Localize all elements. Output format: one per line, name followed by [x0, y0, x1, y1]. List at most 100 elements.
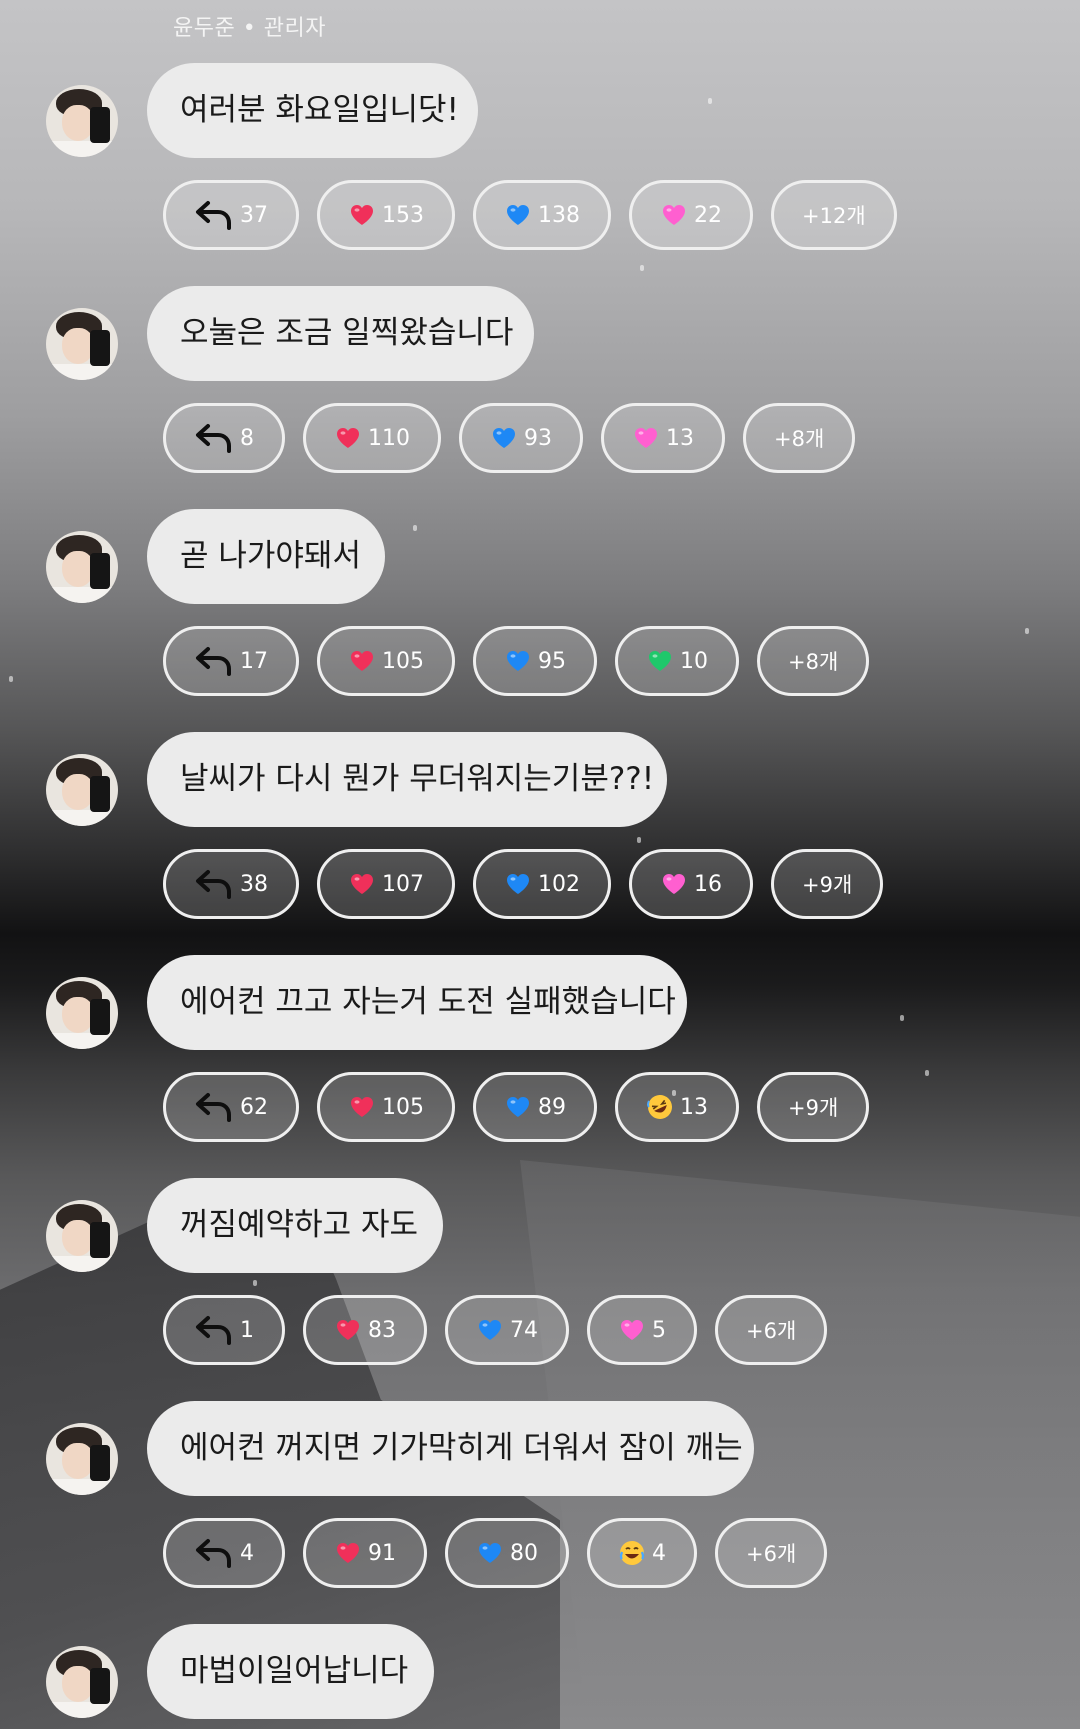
reaction-count: 102 [538, 871, 580, 897]
avatar-shirt [46, 1479, 118, 1495]
avatar[interactable] [46, 1646, 118, 1718]
reaction-chip[interactable]: 5 [587, 1295, 697, 1365]
avatar-shirt [46, 1256, 118, 1272]
raindrop-dot [925, 1070, 929, 1076]
reaction-count: 107 [382, 871, 424, 897]
reply-count: 38 [240, 871, 268, 897]
avatar[interactable] [46, 85, 118, 157]
reaction-chip[interactable]: 4 [587, 1518, 697, 1588]
reaction-chip[interactable]: 138 [473, 180, 611, 250]
avatar-shirt [46, 364, 118, 380]
avatar-phone [90, 776, 110, 812]
message-bubble[interactable]: 여러분 화요일입니닷! [147, 63, 478, 158]
sender-role: 관리자 [263, 16, 326, 41]
message-bubble[interactable]: 오눌은 조금 일찍왔습니다 [147, 286, 534, 381]
sender-name: 윤두준 [173, 16, 236, 41]
more-reactions-button[interactable]: +6개 [715, 1518, 828, 1588]
more-reactions-label: +6개 [746, 1542, 797, 1566]
more-reactions-label: +8개 [774, 427, 825, 451]
avatar[interactable] [46, 308, 118, 380]
more-reactions-button[interactable]: +6개 [715, 1295, 828, 1365]
avatar[interactable] [46, 754, 118, 826]
more-reactions-button[interactable]: +8개 [757, 626, 870, 696]
reaction-chip[interactable]: 13 [601, 403, 725, 473]
reaction-chip[interactable]: 22 [629, 180, 753, 250]
reaction-count: 95 [538, 648, 566, 674]
avatar-shirt [46, 1702, 118, 1718]
red-heart-icon [348, 201, 376, 229]
reaction-chip[interactable]: 16 [629, 849, 753, 919]
raindrop-dot [708, 98, 712, 104]
reply-count: 1 [240, 1317, 254, 1343]
reaction-count: 22 [694, 202, 722, 228]
avatar[interactable] [46, 977, 118, 1049]
blue-heart-icon [504, 1093, 532, 1121]
message-bubble[interactable]: 날씨가 다시 뭔가 무더워지는기분??! [147, 732, 667, 827]
reply-chip[interactable]: 4 [163, 1518, 285, 1588]
reaction-count: 10 [680, 648, 708, 674]
reply-arrow-icon [194, 199, 234, 231]
reaction-count: 83 [368, 1317, 396, 1343]
reply-chip[interactable]: 17 [163, 626, 299, 696]
pink-heart-icon [660, 201, 688, 229]
reaction-chip[interactable]: 13 [615, 1072, 739, 1142]
reaction-count: 80 [510, 1540, 538, 1566]
message-bubble[interactable]: 에어컨 끄고 자는거 도전 실패했습니다 [147, 955, 687, 1050]
reaction-chip[interactable]: 105 [317, 626, 455, 696]
message-bubble[interactable]: 곧 나가야돼서 [147, 509, 385, 604]
sender-header: 윤두준 • 관리자 [173, 10, 326, 42]
reaction-chip[interactable]: 105 [317, 1072, 455, 1142]
red-heart-icon [334, 1316, 362, 1344]
more-reactions-button[interactable]: +8개 [743, 403, 856, 473]
reaction-chip[interactable]: 95 [473, 626, 597, 696]
more-reactions-button[interactable]: +12개 [771, 180, 897, 250]
reaction-count: 138 [538, 202, 580, 228]
red-heart-icon [334, 1539, 362, 1567]
message-bubble[interactable]: 에어컨 꺼지면 기가막히게 더워서 잠이 깨는 [147, 1401, 754, 1496]
reply-chip[interactable]: 38 [163, 849, 299, 919]
reaction-chip[interactable]: 83 [303, 1295, 427, 1365]
pink-heart-icon [660, 870, 688, 898]
blue-heart-icon [504, 201, 532, 229]
raindrop-dot [1025, 628, 1029, 634]
more-reactions-button[interactable]: +9개 [757, 1072, 870, 1142]
pink-heart-icon [632, 424, 660, 452]
reply-chip[interactable]: 62 [163, 1072, 299, 1142]
reaction-chip[interactable]: 110 [303, 403, 441, 473]
message-bubble[interactable]: 꺼짐예약하고 자도 [147, 1178, 443, 1273]
reaction-count: 105 [382, 1094, 424, 1120]
reaction-chip[interactable]: 10 [615, 626, 739, 696]
avatar-shirt [46, 810, 118, 826]
reply-chip[interactable]: 37 [163, 180, 299, 250]
red-heart-icon [334, 424, 362, 452]
avatar[interactable] [46, 1200, 118, 1272]
reaction-bar: 38 107 102 16 +9개 [163, 849, 884, 919]
blue-heart-icon [504, 870, 532, 898]
reaction-chip[interactable]: 91 [303, 1518, 427, 1588]
reply-count: 37 [240, 202, 268, 228]
reaction-chip[interactable]: 93 [459, 403, 583, 473]
message-bubble[interactable]: 마법이일어납니다 [147, 1624, 434, 1719]
reaction-chip[interactable]: 107 [317, 849, 455, 919]
avatar[interactable] [46, 531, 118, 603]
reaction-count: 110 [368, 425, 410, 451]
reply-chip[interactable]: 1 [163, 1295, 285, 1365]
avatar[interactable] [46, 1423, 118, 1495]
reaction-count: 4 [652, 1540, 666, 1566]
raindrop-dot [9, 676, 13, 682]
reply-arrow-icon [194, 868, 234, 900]
reaction-chip[interactable]: 80 [445, 1518, 569, 1588]
raindrop-dot [900, 1015, 904, 1021]
reply-chip[interactable]: 8 [163, 403, 285, 473]
reaction-bar: 1 83 74 5 +6개 [163, 1295, 828, 1365]
reaction-chip[interactable]: 74 [445, 1295, 569, 1365]
reaction-count: 5 [652, 1317, 666, 1343]
more-reactions-label: +6개 [746, 1319, 797, 1343]
reaction-chip[interactable]: 89 [473, 1072, 597, 1142]
reply-count: 4 [240, 1540, 254, 1566]
green-heart-icon [646, 647, 674, 675]
reply-arrow-icon [194, 1537, 234, 1569]
more-reactions-button[interactable]: +9개 [771, 849, 884, 919]
reaction-chip[interactable]: 153 [317, 180, 455, 250]
reaction-chip[interactable]: 102 [473, 849, 611, 919]
